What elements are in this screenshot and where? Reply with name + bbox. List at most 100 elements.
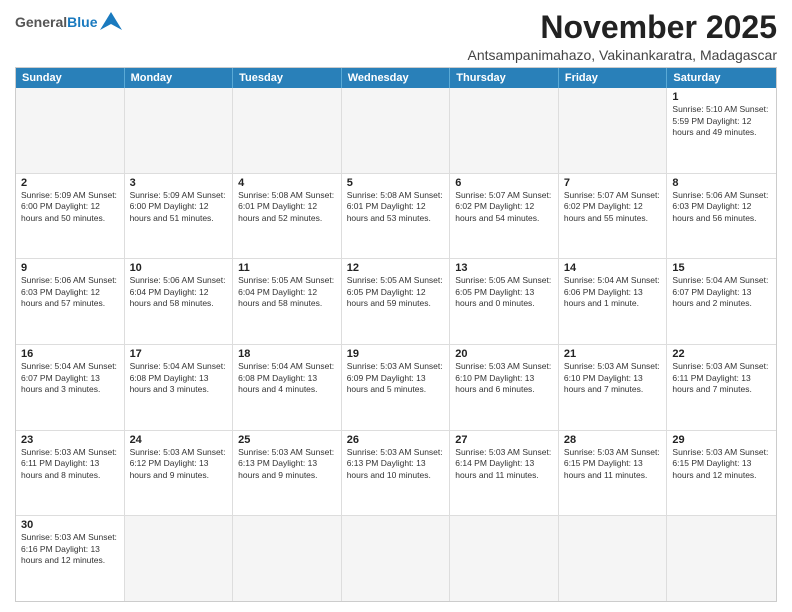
title-block: November 2025 Antsampanimahazo, Vakinank… (468, 10, 777, 63)
day-number: 10 (130, 262, 228, 274)
day-info: Sunrise: 5:03 AM Sunset: 6:10 PM Dayligh… (455, 361, 553, 395)
day-headers-row: SundayMondayTuesdayWednesdayThursdayFrid… (16, 68, 776, 88)
day-info: Sunrise: 5:09 AM Sunset: 6:00 PM Dayligh… (21, 190, 119, 224)
calendar-body: 1Sunrise: 5:10 AM Sunset: 5:59 PM Daylig… (16, 88, 776, 601)
calendar: SundayMondayTuesdayWednesdayThursdayFrid… (15, 67, 777, 602)
day-number: 16 (21, 348, 119, 360)
day-cell-30: 30Sunrise: 5:03 AM Sunset: 6:16 PM Dayli… (16, 516, 125, 601)
day-info: Sunrise: 5:03 AM Sunset: 6:15 PM Dayligh… (672, 447, 771, 481)
day-cell-empty (233, 88, 342, 173)
week-row-1: 1Sunrise: 5:10 AM Sunset: 5:59 PM Daylig… (16, 88, 776, 173)
day-number: 14 (564, 262, 662, 274)
day-info: Sunrise: 5:09 AM Sunset: 6:00 PM Dayligh… (130, 190, 228, 224)
day-number: 12 (347, 262, 445, 274)
day-info: Sunrise: 5:06 AM Sunset: 6:03 PM Dayligh… (672, 190, 771, 224)
day-cell-26: 26Sunrise: 5:03 AM Sunset: 6:13 PM Dayli… (342, 431, 451, 516)
day-cell-29: 29Sunrise: 5:03 AM Sunset: 6:15 PM Dayli… (667, 431, 776, 516)
day-number: 2 (21, 177, 119, 189)
logo: General Blue (15, 14, 122, 30)
day-header-wednesday: Wednesday (342, 68, 451, 88)
day-cell-11: 11Sunrise: 5:05 AM Sunset: 6:04 PM Dayli… (233, 259, 342, 344)
header: General Blue November 2025 Antsampanimah… (15, 10, 777, 63)
day-cell-21: 21Sunrise: 5:03 AM Sunset: 6:10 PM Dayli… (559, 345, 668, 430)
day-info: Sunrise: 5:07 AM Sunset: 6:02 PM Dayligh… (455, 190, 553, 224)
day-cell-empty (450, 516, 559, 601)
day-cell-24: 24Sunrise: 5:03 AM Sunset: 6:12 PM Dayli… (125, 431, 234, 516)
day-info: Sunrise: 5:05 AM Sunset: 6:04 PM Dayligh… (238, 275, 336, 309)
week-row-2: 2Sunrise: 5:09 AM Sunset: 6:00 PM Daylig… (16, 173, 776, 259)
day-info: Sunrise: 5:03 AM Sunset: 6:09 PM Dayligh… (347, 361, 445, 395)
day-cell-6: 6Sunrise: 5:07 AM Sunset: 6:02 PM Daylig… (450, 174, 559, 259)
day-info: Sunrise: 5:08 AM Sunset: 6:01 PM Dayligh… (347, 190, 445, 224)
day-cell-8: 8Sunrise: 5:06 AM Sunset: 6:03 PM Daylig… (667, 174, 776, 259)
day-cell-empty (667, 516, 776, 601)
day-cell-16: 16Sunrise: 5:04 AM Sunset: 6:07 PM Dayli… (16, 345, 125, 430)
week-row-5: 23Sunrise: 5:03 AM Sunset: 6:11 PM Dayli… (16, 430, 776, 516)
day-info: Sunrise: 5:05 AM Sunset: 6:05 PM Dayligh… (347, 275, 445, 309)
day-number: 1 (672, 91, 771, 103)
day-number: 8 (672, 177, 771, 189)
day-cell-empty (559, 88, 668, 173)
month-title: November 2025 (468, 10, 777, 45)
day-cell-28: 28Sunrise: 5:03 AM Sunset: 6:15 PM Dayli… (559, 431, 668, 516)
day-info: Sunrise: 5:03 AM Sunset: 6:13 PM Dayligh… (347, 447, 445, 481)
logo-bird-icon (100, 12, 122, 30)
week-row-3: 9Sunrise: 5:06 AM Sunset: 6:03 PM Daylig… (16, 258, 776, 344)
day-number: 3 (130, 177, 228, 189)
day-cell-27: 27Sunrise: 5:03 AM Sunset: 6:14 PM Dayli… (450, 431, 559, 516)
day-number: 28 (564, 434, 662, 446)
day-cell-9: 9Sunrise: 5:06 AM Sunset: 6:03 PM Daylig… (16, 259, 125, 344)
logo-blue-text: Blue (67, 14, 97, 30)
day-header-friday: Friday (559, 68, 668, 88)
day-number: 4 (238, 177, 336, 189)
week-row-6: 30Sunrise: 5:03 AM Sunset: 6:16 PM Dayli… (16, 515, 776, 601)
week-row-4: 16Sunrise: 5:04 AM Sunset: 6:07 PM Dayli… (16, 344, 776, 430)
day-number: 15 (672, 262, 771, 274)
day-number: 20 (455, 348, 553, 360)
day-cell-20: 20Sunrise: 5:03 AM Sunset: 6:10 PM Dayli… (450, 345, 559, 430)
day-info: Sunrise: 5:08 AM Sunset: 6:01 PM Dayligh… (238, 190, 336, 224)
day-cell-empty (450, 88, 559, 173)
day-number: 5 (347, 177, 445, 189)
day-info: Sunrise: 5:03 AM Sunset: 6:13 PM Dayligh… (238, 447, 336, 481)
day-number: 22 (672, 348, 771, 360)
day-cell-empty (342, 516, 451, 601)
day-info: Sunrise: 5:05 AM Sunset: 6:05 PM Dayligh… (455, 275, 553, 309)
day-cell-empty (342, 88, 451, 173)
day-cell-4: 4Sunrise: 5:08 AM Sunset: 6:01 PM Daylig… (233, 174, 342, 259)
day-cell-empty (559, 516, 668, 601)
day-header-thursday: Thursday (450, 68, 559, 88)
day-info: Sunrise: 5:03 AM Sunset: 6:10 PM Dayligh… (564, 361, 662, 395)
day-cell-5: 5Sunrise: 5:08 AM Sunset: 6:01 PM Daylig… (342, 174, 451, 259)
day-cell-2: 2Sunrise: 5:09 AM Sunset: 6:00 PM Daylig… (16, 174, 125, 259)
day-info: Sunrise: 5:04 AM Sunset: 6:07 PM Dayligh… (21, 361, 119, 395)
day-cell-3: 3Sunrise: 5:09 AM Sunset: 6:00 PM Daylig… (125, 174, 234, 259)
day-cell-empty (16, 88, 125, 173)
day-info: Sunrise: 5:04 AM Sunset: 6:06 PM Dayligh… (564, 275, 662, 309)
day-info: Sunrise: 5:03 AM Sunset: 6:11 PM Dayligh… (21, 447, 119, 481)
day-cell-7: 7Sunrise: 5:07 AM Sunset: 6:02 PM Daylig… (559, 174, 668, 259)
day-cell-15: 15Sunrise: 5:04 AM Sunset: 6:07 PM Dayli… (667, 259, 776, 344)
day-header-monday: Monday (125, 68, 234, 88)
day-number: 23 (21, 434, 119, 446)
day-number: 17 (130, 348, 228, 360)
day-cell-10: 10Sunrise: 5:06 AM Sunset: 6:04 PM Dayli… (125, 259, 234, 344)
day-header-saturday: Saturday (667, 68, 776, 88)
day-info: Sunrise: 5:03 AM Sunset: 6:16 PM Dayligh… (21, 532, 119, 566)
location: Antsampanimahazo, Vakinankaratra, Madaga… (468, 47, 777, 63)
day-cell-14: 14Sunrise: 5:04 AM Sunset: 6:06 PM Dayli… (559, 259, 668, 344)
day-number: 7 (564, 177, 662, 189)
day-cell-25: 25Sunrise: 5:03 AM Sunset: 6:13 PM Dayli… (233, 431, 342, 516)
day-number: 26 (347, 434, 445, 446)
day-info: Sunrise: 5:03 AM Sunset: 6:15 PM Dayligh… (564, 447, 662, 481)
day-cell-22: 22Sunrise: 5:03 AM Sunset: 6:11 PM Dayli… (667, 345, 776, 430)
day-number: 29 (672, 434, 771, 446)
day-number: 24 (130, 434, 228, 446)
day-info: Sunrise: 5:04 AM Sunset: 6:08 PM Dayligh… (238, 361, 336, 395)
day-info: Sunrise: 5:10 AM Sunset: 5:59 PM Dayligh… (672, 104, 771, 138)
day-cell-12: 12Sunrise: 5:05 AM Sunset: 6:05 PM Dayli… (342, 259, 451, 344)
day-info: Sunrise: 5:06 AM Sunset: 6:04 PM Dayligh… (130, 275, 228, 309)
day-number: 13 (455, 262, 553, 274)
day-cell-empty (233, 516, 342, 601)
day-info: Sunrise: 5:04 AM Sunset: 6:08 PM Dayligh… (130, 361, 228, 395)
